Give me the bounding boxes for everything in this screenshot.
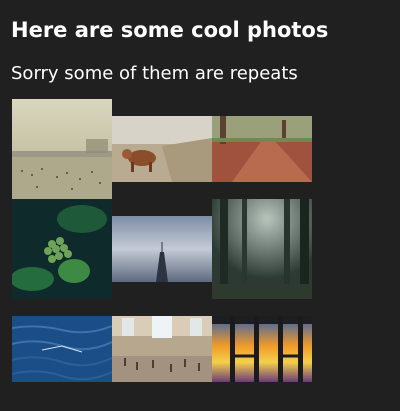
skyscraper-photo[interactable] [112,216,212,282]
beach-crowd-photo[interactable] [12,99,112,199]
page-subtitle: Sorry some of them are repeats [11,63,298,84]
station-hall-photo[interactable] [112,316,212,382]
ocean-water-photo[interactable] [12,316,112,382]
photo-gallery [12,99,312,384]
green-plant-buds-photo[interactable] [12,199,112,299]
page-title: Here are some cool photos [11,18,329,42]
pier-sunset-photo[interactable] [212,316,312,382]
highland-cow-photo[interactable] [112,116,212,182]
misty-forest-photo[interactable] [212,199,312,299]
autumn-path-photo[interactable] [212,116,312,182]
